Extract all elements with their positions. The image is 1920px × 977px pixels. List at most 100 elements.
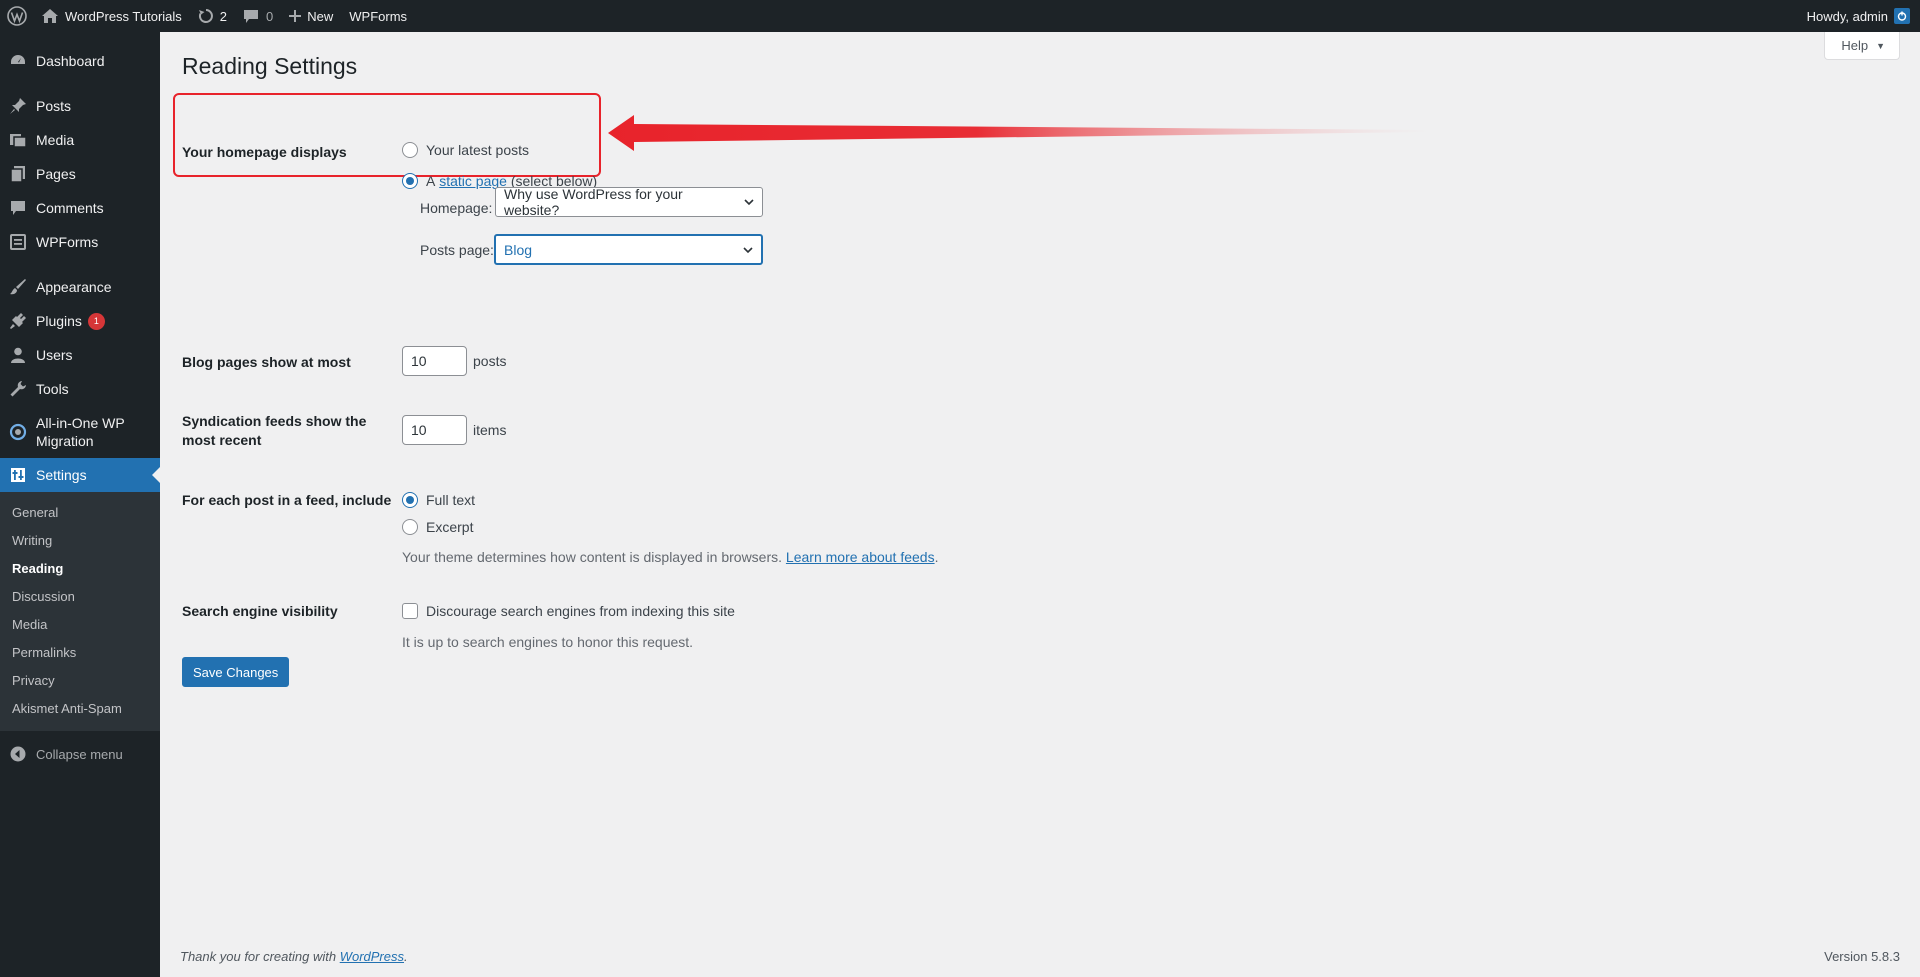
blog-pages-label: Blog pages show at most bbox=[182, 354, 351, 370]
sidebar-item-media[interactable]: Media bbox=[0, 123, 160, 157]
comment-icon bbox=[0, 199, 36, 217]
submenu-item-reading[interactable]: Reading bbox=[0, 555, 160, 583]
submenu-item-privacy[interactable]: Privacy bbox=[0, 667, 160, 695]
excerpt-radio[interactable] bbox=[402, 519, 418, 535]
home-icon bbox=[42, 9, 58, 23]
plugin-icon bbox=[0, 312, 36, 330]
wrench-icon bbox=[0, 380, 36, 398]
save-changes-button[interactable]: Save Changes bbox=[182, 657, 290, 687]
account-menu[interactable]: Howdy, admin bbox=[1799, 0, 1920, 32]
option-excerpt[interactable]: Excerpt bbox=[402, 519, 473, 535]
homepage-select[interactable]: Why use WordPress for your website? bbox=[495, 186, 763, 218]
sidebar-item-dashboard[interactable]: Dashboard bbox=[0, 44, 160, 78]
submenu-item-media[interactable]: Media bbox=[0, 611, 160, 639]
settings-submenu: General Writing Reading Discussion Media… bbox=[0, 492, 160, 731]
new-label: New bbox=[307, 8, 334, 24]
page-title: Reading Settings bbox=[182, 53, 358, 79]
sidebar-item-label: Posts bbox=[36, 98, 72, 114]
wordpress-logo-icon[interactable] bbox=[0, 0, 34, 32]
blog-pages-unit: posts bbox=[473, 353, 507, 369]
footer-thanks-text: Thank you for creating with bbox=[180, 949, 337, 964]
sidebar-item-settings[interactable]: Settings bbox=[0, 458, 160, 492]
pages-icon bbox=[0, 165, 36, 183]
comments-link[interactable]: 0 bbox=[235, 0, 281, 32]
sidebar-item-appearance[interactable]: Appearance bbox=[0, 270, 160, 304]
main-content: Help ▼ Reading Settings Your homepage di… bbox=[160, 32, 1920, 977]
comments-count: 0 bbox=[266, 8, 274, 24]
footer-thanks: Thank you for creating with WordPress. bbox=[180, 949, 408, 964]
feed-description-text: Your theme determines how content is dis… bbox=[402, 549, 783, 565]
sidebar-item-label: Plugins bbox=[36, 313, 82, 329]
forms-icon bbox=[0, 233, 36, 251]
discourage-search-option[interactable]: Discourage search engines from indexing … bbox=[402, 603, 735, 619]
homepage-select-label: Homepage: bbox=[420, 200, 493, 216]
comment-bubble-icon bbox=[243, 9, 259, 24]
blog-pages-field: 10 posts bbox=[402, 346, 506, 376]
submenu-item-discussion[interactable]: Discussion bbox=[0, 583, 160, 611]
option-latest-posts[interactable]: Your latest posts bbox=[402, 142, 529, 158]
wpforms-adminbar-label: WPForms bbox=[349, 8, 408, 24]
collapse-label: Collapse menu bbox=[36, 746, 123, 762]
sidebar-item-wpforms[interactable]: WPForms bbox=[0, 225, 160, 259]
chevron-down-icon bbox=[743, 246, 753, 253]
discourage-search-checkbox[interactable] bbox=[402, 603, 418, 619]
updates-link[interactable]: 2 bbox=[190, 0, 235, 32]
syndication-input[interactable]: 10 bbox=[402, 415, 467, 445]
syndication-label: Syndication feeds show the most recent bbox=[182, 412, 366, 450]
sidebar-item-label: Comments bbox=[36, 200, 104, 216]
full-text-radio[interactable] bbox=[402, 492, 418, 508]
annotation-highlight-box bbox=[173, 93, 601, 177]
learn-more-feeds-link[interactable]: Learn more about feeds bbox=[786, 549, 935, 565]
feed-description: Your theme determines how content is dis… bbox=[402, 549, 938, 565]
sidebar-item-pages[interactable]: Pages bbox=[0, 157, 160, 191]
media-icon bbox=[0, 131, 36, 149]
sidebar-item-label: Settings bbox=[36, 467, 87, 483]
footer-thanks-end: . bbox=[404, 949, 408, 964]
user-icon bbox=[0, 346, 36, 364]
sidebar-item-label: Appearance bbox=[36, 279, 112, 295]
posts-page-select[interactable]: Blog bbox=[494, 234, 763, 265]
help-label: Help bbox=[1841, 38, 1869, 53]
dashboard-icon bbox=[0, 52, 36, 70]
footer-wordpress-link[interactable]: WordPress bbox=[340, 949, 404, 964]
submenu-item-akismet[interactable]: Akismet Anti-Spam bbox=[0, 695, 160, 723]
collapse-menu-button[interactable]: Collapse menu bbox=[0, 737, 160, 771]
caret-down-icon: ▼ bbox=[1876, 40, 1885, 51]
wpforms-adminbar-link[interactable]: WPForms bbox=[341, 0, 415, 32]
option-full-text[interactable]: Full text bbox=[402, 492, 475, 508]
homepage-displays-label: Your homepage displays bbox=[182, 144, 347, 160]
greeting: Howdy, admin bbox=[1806, 8, 1888, 24]
updates-icon bbox=[198, 8, 214, 24]
search-visibility-description: It is up to search engines to honor this… bbox=[402, 634, 694, 650]
avatar bbox=[1894, 8, 1910, 24]
sidebar-item-tools[interactable]: Tools bbox=[0, 372, 160, 406]
submenu-item-general[interactable]: General bbox=[0, 499, 160, 527]
sidebar-item-posts[interactable]: Posts bbox=[0, 89, 160, 123]
sidebar-item-label: Users bbox=[36, 347, 73, 363]
sidebar-item-comments[interactable]: Comments bbox=[0, 191, 160, 225]
blog-pages-input[interactable]: 10 bbox=[402, 346, 467, 376]
submenu-item-writing[interactable]: Writing bbox=[0, 527, 160, 555]
feed-include-label: For each post in a feed, include bbox=[182, 492, 392, 508]
sidebar-item-migration[interactable]: All-in-One WP Migration bbox=[0, 406, 160, 458]
plus-icon bbox=[289, 10, 302, 22]
help-button[interactable]: Help ▼ bbox=[1824, 32, 1900, 60]
full-text-label: Full text bbox=[426, 492, 476, 508]
annotation-arrow-icon bbox=[608, 115, 1428, 151]
footer-version: Version 5.8.3 bbox=[1824, 949, 1900, 964]
sidebar-item-plugins[interactable]: Plugins 1 bbox=[0, 304, 160, 338]
sidebar-item-label: All-in-One WP Migration bbox=[36, 415, 125, 449]
posts-page-select-label: Posts page: bbox=[420, 242, 494, 258]
sidebar-item-label: Tools bbox=[36, 381, 69, 397]
new-content-link[interactable]: New bbox=[281, 0, 341, 32]
pin-icon bbox=[0, 97, 36, 115]
static-page-radio[interactable] bbox=[402, 173, 418, 189]
sidebar-item-label: Media bbox=[36, 132, 75, 148]
site-name-link[interactable]: WordPress Tutorials bbox=[34, 0, 190, 32]
latest-posts-radio[interactable] bbox=[402, 142, 418, 158]
migration-icon bbox=[0, 423, 36, 441]
sidebar-item-users[interactable]: Users bbox=[0, 338, 160, 372]
discourage-search-label: Discourage search engines from indexing … bbox=[426, 603, 735, 619]
submenu-item-permalinks[interactable]: Permalinks bbox=[0, 639, 160, 667]
static-page-prefix: A bbox=[426, 173, 436, 189]
